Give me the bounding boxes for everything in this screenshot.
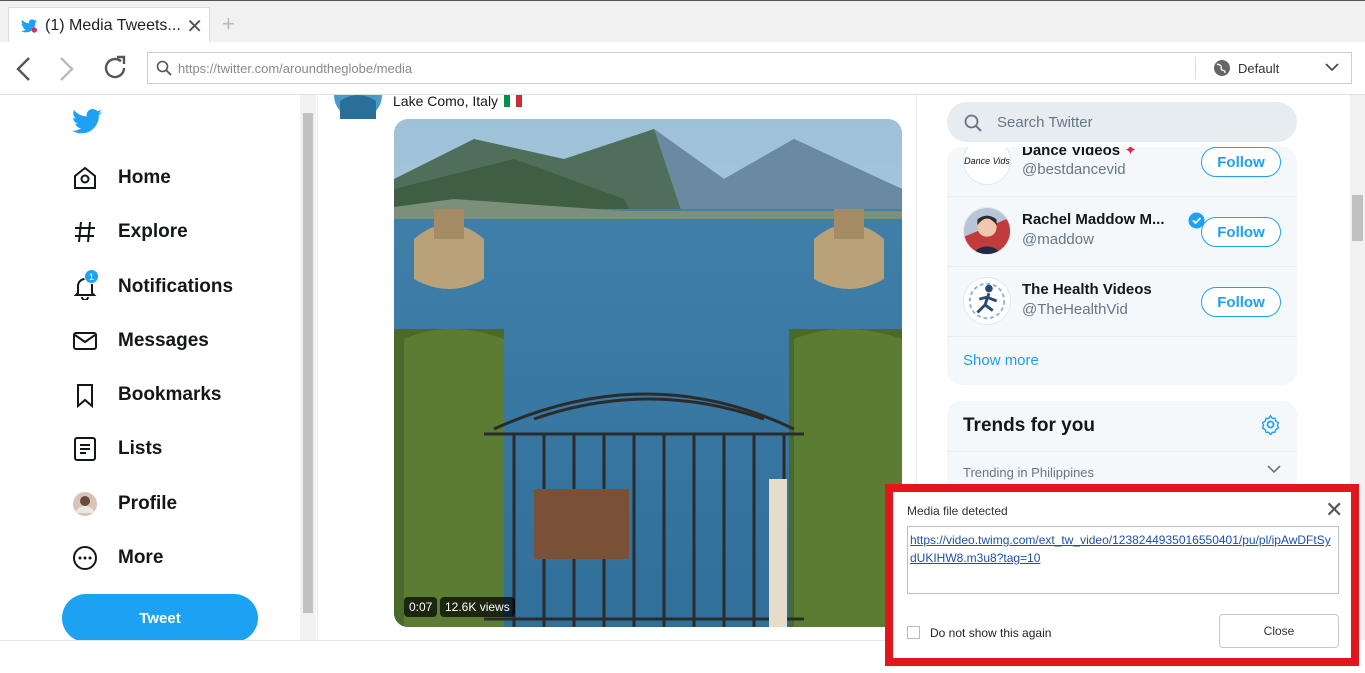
bookmark-icon [77, 384, 93, 408]
nav-explore-label: Explore [118, 221, 188, 242]
close-button[interactable]: Close [1219, 614, 1339, 648]
do-not-show-label[interactable]: Do not show this again [930, 626, 1051, 640]
hashtag-icon [75, 221, 95, 243]
media-url-box[interactable]: https://video.twimg.com/ext_tw_video/123… [907, 526, 1339, 594]
browser-status-bar [0, 640, 885, 673]
chevron-down-icon[interactable] [1267, 464, 1281, 474]
new-tab-icon[interactable]: + [222, 11, 235, 37]
video-duration-chip: 0:07 [404, 597, 438, 617]
close-tab-icon[interactable]: ✕ [186, 14, 203, 39]
nav-more[interactable]: More [72, 543, 163, 573]
feed-scrollbar-thumb[interactable] [303, 113, 313, 613]
tweet-avatar[interactable] [334, 95, 382, 119]
follow-name: Dance Videos ✦ [1022, 147, 1137, 159]
media-feed: Lake Como, Italy 0:07 12.6K views [317, 95, 917, 640]
home-icon [74, 166, 96, 189]
search-placeholder: Search Twitter [997, 114, 1093, 131]
browser-tab-bar: (1) Media Tweets... ✕ + [0, 0, 1365, 44]
trends-divider [947, 451, 1297, 452]
globe-icon [1214, 60, 1230, 76]
twitter-bird-icon [21, 19, 37, 33]
follow-button[interactable]: Follow [1201, 147, 1281, 177]
twitter-left-nav: Home Explore Notifications Messages Book… [0, 95, 300, 642]
follow-name: The Health Videos [1022, 281, 1152, 298]
follow-button[interactable]: Follow [1201, 287, 1281, 317]
nav-more-label: More [118, 547, 164, 568]
more-icon [73, 546, 97, 570]
do-not-show-checkbox[interactable] [907, 626, 920, 639]
media-url-link[interactable]: https://video.twimg.com/ext_tw_video/123… [910, 533, 1331, 565]
dancer-emoji-icon: ✦ [1124, 147, 1137, 159]
follow-suggestion[interactable]: The Health Videos @TheHealthVid Follow [947, 267, 1297, 337]
media-detected-dialog: Media file detected ✕ https://video.twim… [893, 492, 1351, 658]
video-views-chip: 12.6K views [440, 597, 515, 617]
search-icon [156, 60, 172, 76]
nav-home-label: Home [118, 167, 171, 188]
nav-profile[interactable]: Profile [72, 489, 177, 519]
feed-scrollbar[interactable] [300, 95, 316, 640]
nav-messages-label: Messages [118, 330, 209, 351]
who-to-follow-panel: Dance Vids Dance Videos ✦ @bestdancevid … [947, 147, 1297, 385]
follow-name: Rachel Maddow M... [1022, 211, 1165, 228]
gear-icon[interactable] [1260, 414, 1281, 435]
trends-title: Trends for you [963, 415, 1095, 436]
reload-icon[interactable] [102, 54, 128, 82]
dialog-title: Media file detected [907, 504, 1008, 518]
follow-handle: @maddow [1022, 231, 1094, 248]
nav-lists-label: Lists [118, 438, 163, 459]
chevron-down-icon[interactable] [1325, 62, 1339, 72]
browser-tab-title: (1) Media Tweets... [45, 17, 181, 34]
nav-home[interactable]: Home [72, 163, 171, 193]
avatar: Dance Vids [963, 147, 1011, 185]
show-more-link[interactable]: Show more [963, 352, 1039, 369]
follow-name-text: Rachel Maddow M... [1022, 211, 1165, 228]
avatar [73, 492, 97, 516]
list-icon [74, 437, 96, 461]
twitter-logo-icon[interactable] [72, 109, 102, 134]
address-url: https://twitter.com/aroundtheglobe/media [178, 61, 413, 76]
follow-name-text: Dance Videos [1022, 147, 1121, 159]
follow-suggestion[interactable]: Rachel Maddow M... @maddow Follow [947, 197, 1297, 267]
nav-notifications-label: Notifications [118, 276, 234, 297]
avatar [963, 207, 1011, 255]
close-icon[interactable]: ✕ [1325, 497, 1343, 523]
tweet-video[interactable]: 0:07 12.6K views [394, 119, 902, 627]
tweet-location-text: Lake Como, Italy [393, 95, 499, 109]
follow-button[interactable]: Follow [1201, 217, 1281, 247]
avatar-logo-text: Dance Vids [964, 155, 1010, 166]
trend-context: Trending in Philippines [963, 465, 1095, 480]
profile-mode-label[interactable]: Default [1238, 61, 1279, 76]
page-scrollbar-thumb[interactable] [1352, 195, 1363, 241]
media-detected-dialog-highlight: Media file detected ✕ https://video.twim… [885, 484, 1359, 666]
back-icon[interactable] [14, 56, 32, 82]
follow-handle: @TheHealthVid [1022, 301, 1128, 318]
nav-explore[interactable]: Explore [72, 217, 188, 247]
avatar [963, 277, 1011, 325]
search-twitter-input[interactable]: Search Twitter [947, 102, 1297, 142]
follow-suggestion[interactable]: Dance Vids Dance Videos ✦ @bestdancevid … [947, 147, 1297, 197]
browser-nav-bar: https://twitter.com/aroundtheglobe/media… [0, 42, 1365, 95]
notifications-badge: 1 [84, 269, 99, 284]
tweet-button[interactable]: Tweet [62, 594, 258, 642]
follow-handle: @bestdancevid [1022, 161, 1126, 178]
nav-profile-label: Profile [118, 493, 178, 514]
envelope-icon [73, 332, 97, 350]
tweet-location: Lake Como, Italy [393, 95, 523, 109]
nav-bookmarks[interactable]: Bookmarks [72, 380, 222, 410]
nav-bookmarks-label: Bookmarks [118, 384, 222, 405]
forward-icon[interactable] [58, 56, 76, 82]
nav-messages[interactable]: Messages [72, 326, 209, 356]
lake-como-video-frame [394, 119, 902, 627]
address-separator [1195, 57, 1196, 79]
address-bar[interactable]: https://twitter.com/aroundtheglobe/media… [147, 52, 1352, 84]
italy-flag-icon [504, 95, 523, 107]
nav-lists[interactable]: Lists [72, 434, 162, 464]
search-icon [964, 114, 982, 132]
browser-tab[interactable]: (1) Media Tweets... ✕ [8, 7, 210, 44]
